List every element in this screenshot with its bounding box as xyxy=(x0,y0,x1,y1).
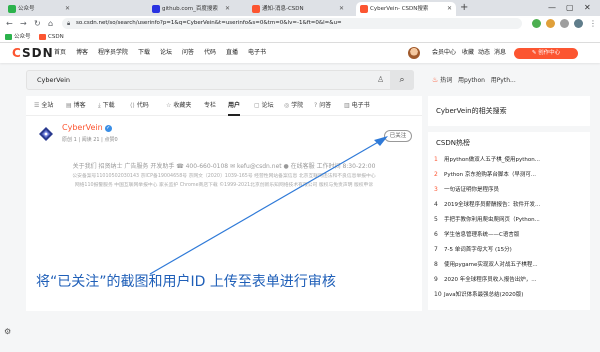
annotation-arrow xyxy=(149,136,388,275)
bottom-bar xyxy=(0,338,600,352)
annotation-caption: 将“已关注”的截图和用户ID 上传至表单进行审核 xyxy=(36,274,336,290)
settings-icon[interactable]: ⚙ xyxy=(4,327,11,336)
